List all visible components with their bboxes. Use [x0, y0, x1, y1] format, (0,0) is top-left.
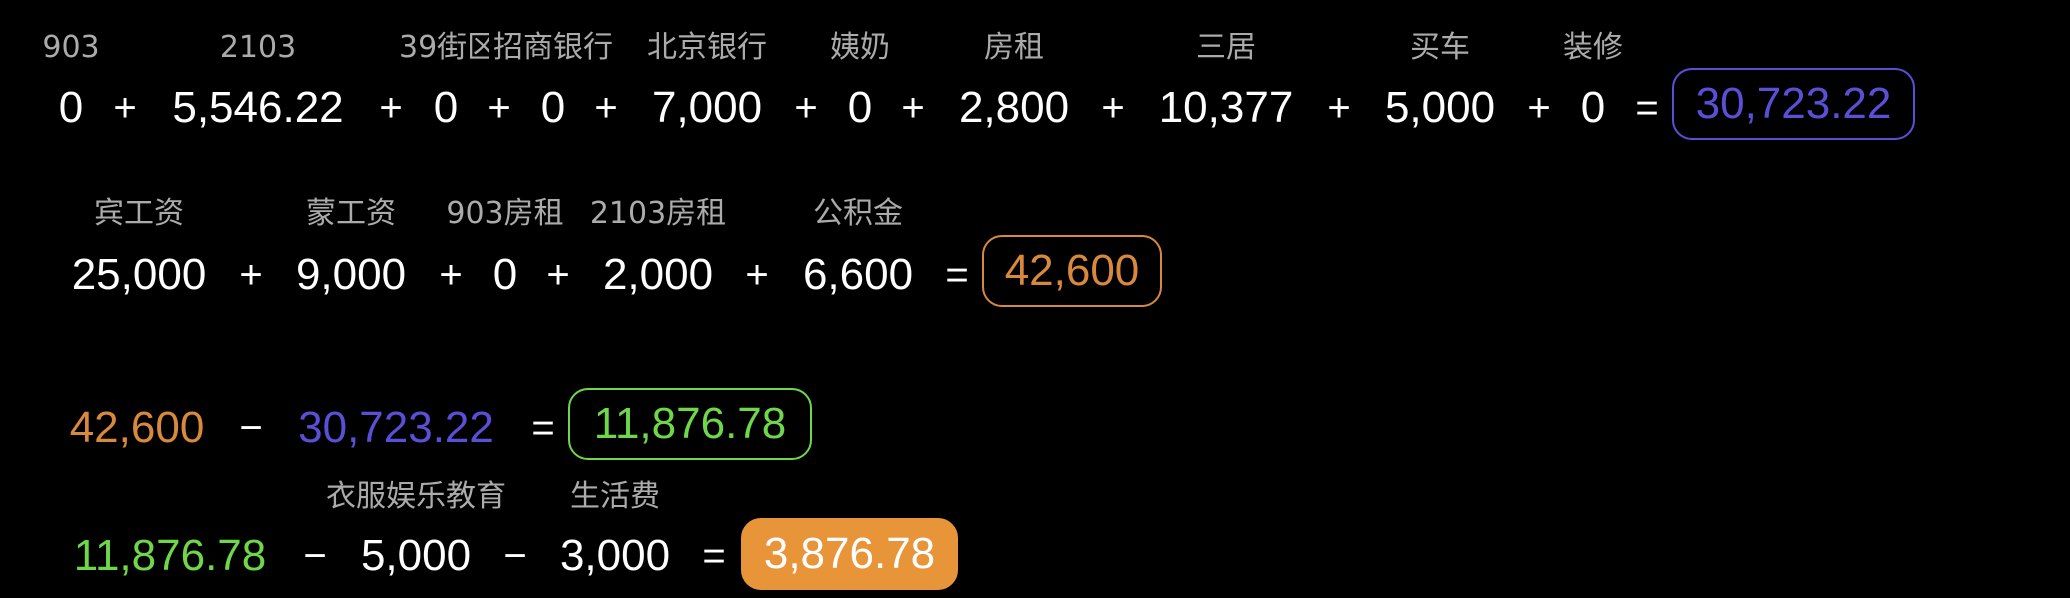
income-value: 2,000 [602, 250, 714, 299]
expense-value: 5,546.22 [172, 83, 344, 132]
plus-sign: + [1101, 86, 1125, 130]
plus-sign: + [546, 253, 570, 297]
expense-label: 2103 [219, 30, 297, 65]
equals-sign: = [702, 534, 726, 578]
plus-sign: + [1527, 86, 1551, 130]
equals-sign: = [945, 253, 969, 297]
income-value: 0 [492, 250, 518, 299]
expense-label: 903 [42, 30, 100, 65]
plus-sign: + [239, 253, 263, 297]
plus-sign: + [594, 86, 618, 130]
expense-label: 三居 [1196, 30, 1256, 65]
expense-label: 39街区 [399, 30, 489, 65]
minus-sign: − [239, 406, 263, 450]
income-label: 2103房租 [589, 196, 727, 231]
expense-value: 0 [847, 83, 873, 132]
expense-label: 买车 [1410, 30, 1470, 65]
expense-value: 0 [433, 83, 459, 132]
expense-value: 0 [1580, 83, 1606, 132]
expense-value: 10,377 [1158, 83, 1294, 132]
expense-value: 0 [540, 83, 566, 132]
income-value: 6,600 [802, 250, 914, 299]
final-label: 衣服娱乐教育 [326, 479, 506, 514]
plus-sign: + [439, 253, 463, 297]
plus-sign: + [745, 253, 769, 297]
minus-sign: − [503, 534, 527, 578]
expense-label: 姨奶 [830, 30, 890, 65]
income-label: 903房租 [446, 196, 564, 231]
income-total-ref: 42,600 [69, 403, 205, 452]
expenses-total-box: 30,723.22 [1672, 68, 1915, 140]
income-total-box: 42,600 [982, 235, 1162, 307]
equals-sign: = [531, 406, 555, 450]
plus-sign: + [487, 86, 511, 130]
final-value: 3,000 [559, 531, 671, 580]
income-label: 宾工资 [94, 196, 184, 231]
plus-sign: + [794, 86, 818, 130]
plus-sign: + [113, 86, 137, 130]
income-label: 蒙工资 [306, 196, 396, 231]
plus-sign: + [379, 86, 403, 130]
expense-label: 装修 [1563, 30, 1623, 65]
final-value: 5,000 [360, 531, 472, 580]
plus-sign: + [1327, 86, 1351, 130]
plus-sign: + [901, 86, 925, 130]
expenses-total-ref: 30,723.22 [298, 403, 494, 452]
expense-value: 7,000 [651, 83, 763, 132]
expense-label: 招商银行 [493, 30, 613, 65]
balance-result-box: 11,876.78 [568, 388, 812, 460]
expense-label: 房租 [984, 30, 1044, 65]
minus-sign: − [303, 534, 327, 578]
final-result-box: 3,876.78 [741, 518, 958, 590]
income-value: 9,000 [295, 250, 407, 299]
final-label: 生活费 [570, 479, 660, 514]
expense-value: 0 [58, 83, 84, 132]
income-label: 公积金 [813, 196, 903, 231]
income-value: 25,000 [71, 250, 207, 299]
equals-sign: = [1635, 86, 1659, 130]
expense-label: 北京银行 [647, 30, 767, 65]
balance-result-ref: 11,876.78 [73, 531, 267, 580]
expense-value: 2,800 [958, 83, 1070, 132]
expense-value: 5,000 [1384, 83, 1496, 132]
